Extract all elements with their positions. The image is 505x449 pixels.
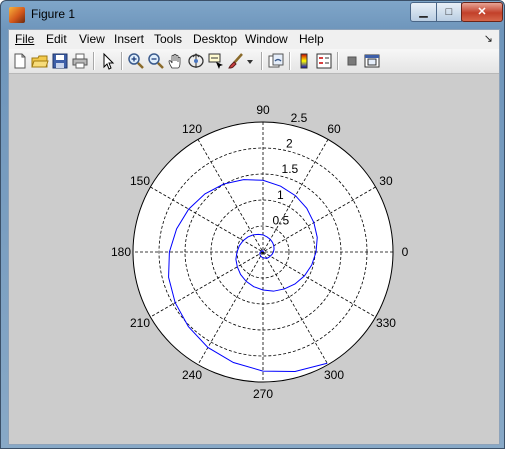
angle-tick-label: 150 [130, 174, 150, 188]
figure-window: Figure 1 ▁ □ ✕ File Edit View Insert Too… [0, 0, 505, 449]
angle-tick-label: 180 [111, 245, 131, 259]
angle-tick-label: 270 [253, 387, 273, 401]
angle-tick-label: 30 [379, 174, 393, 188]
angle-tick-label: 240 [182, 368, 202, 382]
angle-tick-label: 60 [327, 122, 341, 136]
angle-tick-label: 330 [376, 316, 396, 330]
angle-tick-label: 0 [402, 245, 409, 259]
angle-tick-label: 120 [182, 122, 202, 136]
angle-tick-label: 300 [324, 368, 344, 382]
radial-tick-label: 1.5 [282, 162, 299, 176]
angle-tick-label: 90 [256, 103, 270, 117]
radial-tick-label: 0.5 [273, 213, 290, 227]
radial-tick-label: 2.5 [291, 111, 308, 125]
polar-plot[interactable]: 0 30 60 90 120 150 180 210 240 270 300 330 0.5 1 1.5 2 2… [1, 1, 504, 448]
radial-tick-label: 2 [286, 137, 293, 151]
angle-tick-label: 210 [130, 316, 150, 330]
radial-tick-label: 1 [277, 188, 284, 202]
